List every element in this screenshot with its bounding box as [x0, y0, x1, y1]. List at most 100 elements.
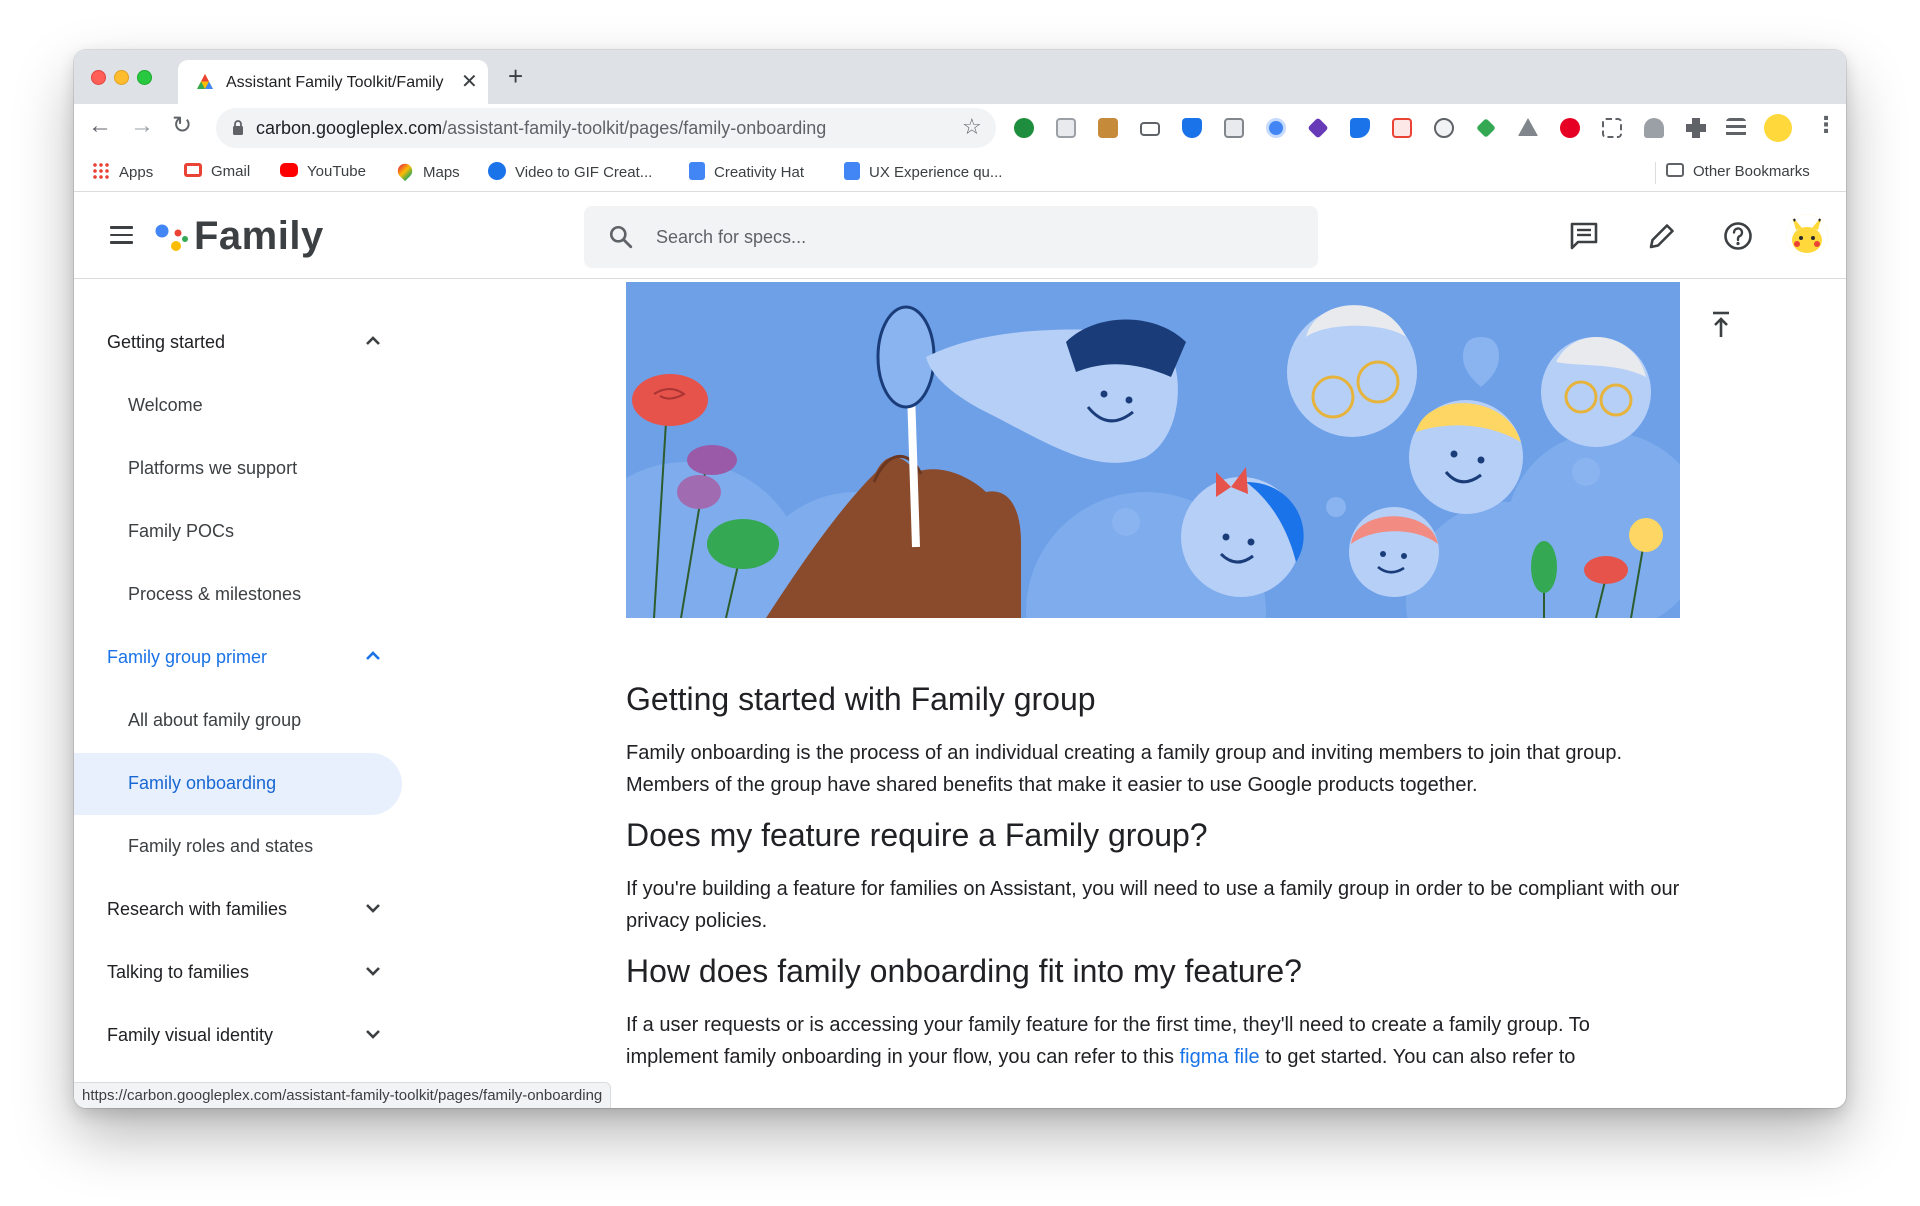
- extension-ad-icon[interactable]: [1056, 118, 1076, 138]
- help-icon[interactable]: [1722, 220, 1754, 252]
- minimize-window-button[interactable]: [114, 70, 129, 85]
- extension-target-icon[interactable]: [1266, 118, 1286, 138]
- other-bookmarks-folder[interactable]: Other Bookmarks: [1666, 162, 1810, 182]
- bookmark-label: Creativity Hat: [714, 164, 805, 181]
- bookmarks-bar: Apps Gmail YouTube Maps Video to GIF Cre…: [74, 152, 1846, 192]
- menu-icon[interactable]: [110, 226, 133, 244]
- nav-section-family-group-primer[interactable]: Family group primer: [74, 627, 402, 689]
- figma-file-link[interactable]: figma file: [1180, 1046, 1260, 1068]
- extension-drive-icon[interactable]: [1518, 118, 1538, 136]
- extension-grid-icon[interactable]: [1602, 118, 1622, 138]
- extension-g-icon[interactable]: [1350, 118, 1370, 138]
- edit-icon[interactable]: [1646, 220, 1678, 252]
- bookmark-gmail[interactable]: Gmail: [184, 162, 250, 182]
- address-bar[interactable]: carbon.googleplex.com/assistant-family-t…: [216, 108, 996, 148]
- paragraph-privacy: If you're building a feature for familie…: [626, 878, 1680, 932]
- bookmark-label: UX Experience qu...: [869, 164, 1003, 181]
- browser-toolbar: ← → ↻ carbon.googleplex.com/assistant-fa…: [74, 104, 1846, 152]
- nav-item-process-milestones[interactable]: Process & milestones: [74, 564, 402, 626]
- extension-screen-icon[interactable]: [1392, 118, 1412, 138]
- heading-requires-family-group: Does my feature require a Family group?: [626, 817, 1208, 853]
- nav-item-family-onboarding[interactable]: Family onboarding: [74, 753, 402, 815]
- extension-heart-icon[interactable]: [1476, 118, 1496, 138]
- family-favicon-icon: [197, 74, 213, 89]
- extension-window-icon[interactable]: [1224, 118, 1244, 138]
- tab-strip: Assistant Family Toolkit/Family ✕ +: [74, 50, 1846, 104]
- bookmark-video-to-gif[interactable]: Video to GIF Creat...: [488, 162, 652, 182]
- nav-item-label: Family POCs: [128, 521, 235, 541]
- new-tab-button[interactable]: +: [508, 63, 523, 89]
- chevron-up-icon[interactable]: [362, 330, 384, 352]
- bookmark-apps[interactable]: Apps: [92, 162, 153, 182]
- nav-section-getting-started[interactable]: Getting started: [74, 312, 402, 374]
- extension-check-icon[interactable]: [1014, 118, 1034, 138]
- tab-close-icon[interactable]: ✕: [461, 69, 478, 94]
- search-input[interactable]: [656, 222, 1296, 252]
- nav-section-family-visual-identity[interactable]: Family visual identity: [74, 1005, 402, 1067]
- nav-item-label: Family onboarding: [128, 773, 277, 793]
- nav-item-label: Welcome: [128, 395, 203, 415]
- brand-title[interactable]: Family: [194, 214, 324, 259]
- back-icon[interactable]: ←: [88, 112, 112, 140]
- bookmark-star-icon[interactable]: ☆: [962, 114, 982, 140]
- bookmarks-divider: [1655, 162, 1656, 184]
- reload-icon[interactable]: ↻: [172, 112, 192, 140]
- forward-icon[interactable]: →: [130, 112, 154, 140]
- gif-icon: [488, 162, 506, 180]
- paragraph-intro: Family onboarding is the process of an i…: [626, 742, 1623, 796]
- nav-section-research-with-families[interactable]: Research with families: [74, 879, 402, 941]
- reading-list-icon[interactable]: [1726, 118, 1746, 138]
- close-window-button[interactable]: [91, 70, 106, 85]
- nav-item-platforms[interactable]: Platforms we support: [74, 438, 402, 500]
- link-status-bar: https://carbon.googleplex.com/assistant-…: [74, 1082, 612, 1108]
- bookmark-label: Apps: [119, 164, 154, 181]
- apps-grid-icon: [92, 162, 110, 180]
- bookmark-maps[interactable]: Maps: [394, 160, 460, 182]
- nav-item-welcome[interactable]: Welcome: [74, 375, 402, 437]
- nav-item-label: Platforms we support: [128, 458, 298, 478]
- browser-menu-icon[interactable]: ⋮: [1815, 112, 1837, 138]
- nav-item-family-roles-states[interactable]: Family roles and states: [74, 816, 402, 878]
- nav-section-label: Family visual identity: [107, 1025, 274, 1045]
- bookmark-label: Maps: [423, 164, 460, 181]
- family-illustration-image: [626, 282, 1680, 618]
- bookmark-ux-experience[interactable]: UX Experience qu...: [844, 162, 1002, 182]
- extension-pinterest-icon[interactable]: [1560, 118, 1580, 138]
- profile-avatar[interactable]: [1764, 114, 1792, 142]
- chevron-up-icon[interactable]: [362, 645, 384, 667]
- scroll-to-top-icon[interactable]: [1709, 309, 1733, 341]
- extension-laptop-icon[interactable]: [1140, 122, 1160, 136]
- nav-item-family-pocs[interactable]: Family POCs: [74, 501, 402, 563]
- bookmark-creativity-hat[interactable]: Creativity Hat: [689, 162, 804, 182]
- extension-shield-icon[interactable]: [1182, 118, 1202, 138]
- extension-diamond-icon[interactable]: [1307, 117, 1329, 139]
- lock-icon: [233, 120, 243, 135]
- user-avatar[interactable]: [1786, 214, 1828, 256]
- assistant-logo-icon: [155, 224, 188, 251]
- search-bar[interactable]: [584, 206, 1318, 268]
- app-header: Family: [74, 192, 1846, 279]
- browser-tab[interactable]: Assistant Family Toolkit/Family ✕: [178, 60, 488, 104]
- feedback-icon[interactable]: [1568, 220, 1600, 252]
- sidebar-nav: Getting started Welcome Platforms we sup…: [74, 279, 409, 1108]
- extension-thumbsup-icon[interactable]: [1644, 118, 1664, 138]
- chevron-down-icon[interactable]: [362, 897, 384, 919]
- pikachu-avatar-icon: [1786, 214, 1828, 256]
- extensions-puzzle-icon[interactable]: [1686, 118, 1706, 138]
- nav-item-all-about-family-group[interactable]: All about family group: [74, 690, 402, 752]
- nav-section-talking-to-families[interactable]: Talking to families: [74, 942, 402, 1004]
- docs-icon: [689, 162, 705, 180]
- nav-section-label: Getting started: [107, 332, 226, 352]
- maximize-window-button[interactable]: [137, 70, 152, 85]
- browser-window: Assistant Family Toolkit/Family ✕ + ← → …: [74, 50, 1846, 1108]
- folder-icon: [1666, 163, 1684, 177]
- extension-ghost-icon[interactable]: [1434, 118, 1454, 138]
- chevron-down-icon[interactable]: [362, 960, 384, 982]
- gmail-icon: [184, 163, 202, 177]
- youtube-icon: [280, 163, 298, 177]
- chevron-down-icon[interactable]: [362, 1023, 384, 1045]
- bookmark-youtube[interactable]: YouTube: [280, 162, 366, 182]
- extension-film-icon[interactable]: [1098, 118, 1118, 138]
- url-host: carbon.googleplex.com: [256, 118, 443, 138]
- paragraph-onboarding-flow: If a user requests or is accessing your …: [626, 1009, 1686, 1073]
